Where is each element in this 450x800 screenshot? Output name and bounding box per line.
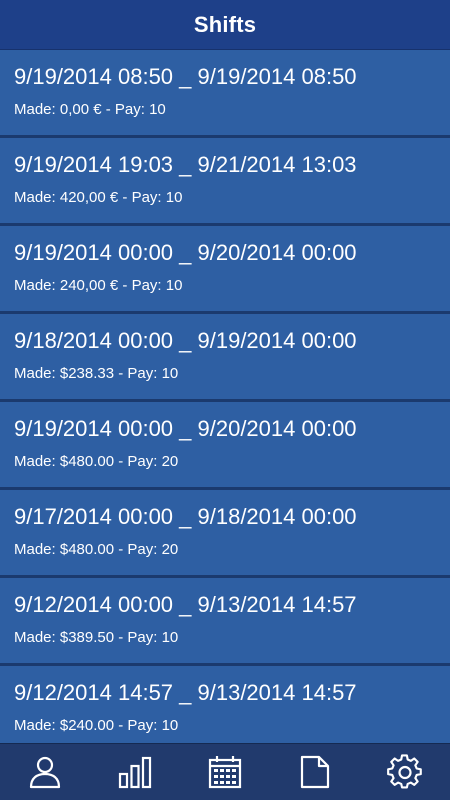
shift-date-range: 9/17/2014 00:00 _ 9/18/2014 00:00 <box>14 504 357 529</box>
shift-date-range: 9/19/2014 08:50 _ 9/19/2014 08:50 <box>14 64 357 89</box>
shift-row[interactable]: 9/19/2014 19:03 _ 9/21/2014 13:03 Made: … <box>0 138 450 226</box>
shift-earnings: Made: $240.00 - Pay: 10 <box>14 717 179 734</box>
bottom-tab-bar <box>0 743 450 800</box>
tab-settings[interactable] <box>360 744 450 800</box>
shift-earnings: Made: $480.00 - Pay: 20 <box>14 453 179 470</box>
shift-earnings: Made: 240,00 € - Pay: 10 <box>14 277 183 294</box>
page-title: Shifts <box>193 11 257 37</box>
person-icon <box>29 756 61 789</box>
shift-date-range: 9/18/2014 00:00 _ 9/19/2014 00:00 <box>14 328 357 353</box>
shift-date-range: 9/12/2014 00:00 _ 9/13/2014 14:57 <box>14 592 357 617</box>
shift-earnings: Made: $238.33 - Pay: 10 <box>14 365 179 382</box>
app-header: Shifts <box>0 0 450 50</box>
shift-row[interactable]: 9/12/2014 14:57 _ 9/13/2014 14:57 Made: … <box>0 666 450 743</box>
shift-list[interactable]: 9/19/2014 08:50 _ 9/19/2014 08:50 Made: … <box>0 50 450 743</box>
shift-row[interactable]: 9/17/2014 00:00 _ 9/18/2014 00:00 Made: … <box>0 490 450 578</box>
shift-date-range: 9/12/2014 14:57 _ 9/13/2014 14:57 <box>14 680 357 705</box>
shift-earnings: Made: $480.00 - Pay: 20 <box>14 541 179 558</box>
gear-icon <box>387 754 422 789</box>
tab-profile[interactable] <box>0 744 90 800</box>
shift-earnings: Made: 0,00 € - Pay: 10 <box>14 101 166 118</box>
tab-reports[interactable] <box>270 744 360 800</box>
tab-statistics[interactable] <box>90 744 180 800</box>
bar-chart-icon <box>118 756 152 789</box>
shift-row[interactable]: 9/18/2014 00:00 _ 9/19/2014 00:00 Made: … <box>0 314 450 402</box>
shift-date-range: 9/19/2014 00:00 _ 9/20/2014 00:00 <box>14 240 357 265</box>
shift-row[interactable]: 9/19/2014 00:00 _ 9/20/2014 00:00 Made: … <box>0 402 450 490</box>
shift-earnings: Made: $389.50 - Pay: 10 <box>14 629 179 646</box>
shift-earnings: Made: 420,00 € - Pay: 10 <box>14 189 183 206</box>
shift-date-range: 9/19/2014 00:00 _ 9/20/2014 00:00 <box>14 416 357 441</box>
document-icon <box>300 755 330 789</box>
shift-row[interactable]: 9/19/2014 08:50 _ 9/19/2014 08:50 Made: … <box>0 50 450 138</box>
calendar-icon <box>208 756 242 789</box>
shift-date-range: 9/19/2014 19:03 _ 9/21/2014 13:03 <box>14 152 357 177</box>
shift-row[interactable]: 9/12/2014 00:00 _ 9/13/2014 14:57 Made: … <box>0 578 450 666</box>
shift-row[interactable]: 9/19/2014 00:00 _ 9/20/2014 00:00 Made: … <box>0 226 450 314</box>
tab-calendar[interactable] <box>180 744 270 800</box>
